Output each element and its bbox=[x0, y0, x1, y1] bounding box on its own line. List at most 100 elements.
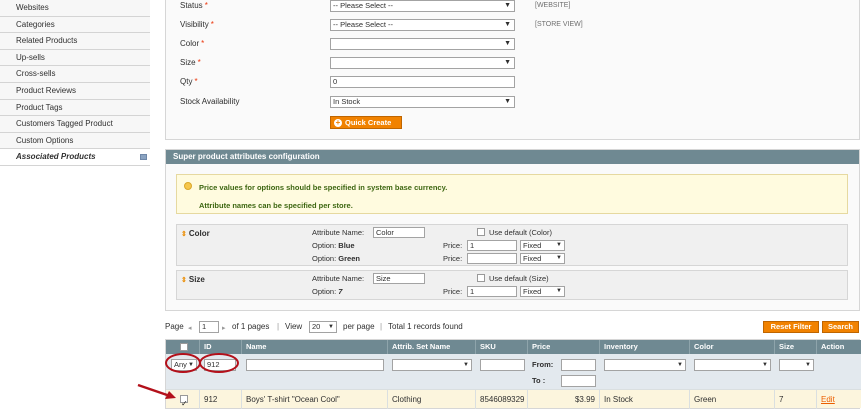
visibility-row: Visibility * -- Please Select -- ▼ [STORE … bbox=[180, 19, 860, 31]
price-to-input[interactable] bbox=[561, 375, 596, 387]
chevron-down-icon: ▼ bbox=[805, 362, 811, 368]
row-action: Edit bbox=[817, 390, 861, 409]
sidebar-item-cross-sells[interactable]: Cross-sells bbox=[0, 66, 150, 83]
attribute-name-input[interactable]: Color bbox=[373, 227, 425, 238]
use-default-label: Use default (Color) bbox=[489, 228, 552, 237]
chevron-down-icon: ▼ bbox=[504, 40, 511, 47]
header-name[interactable]: Name bbox=[242, 340, 388, 354]
sidebar-item-up-sells[interactable]: Up-sells bbox=[0, 49, 150, 67]
header-sku[interactable]: SKU bbox=[476, 340, 528, 354]
sidebar-item-custom-options[interactable]: Custom Options bbox=[0, 132, 150, 150]
reset-filter-button[interactable]: Reset Filter bbox=[763, 321, 819, 333]
chevron-down-icon: ▼ bbox=[504, 59, 511, 66]
chevron-down-icon: ▼ bbox=[504, 21, 511, 28]
annotation-circle-any bbox=[165, 353, 201, 373]
header-id[interactable]: ID bbox=[200, 340, 242, 354]
sidebar-item-categories[interactable]: Categories bbox=[0, 16, 150, 34]
sidebar-item-websites[interactable]: Websites bbox=[0, 0, 150, 17]
option-label: Option: Green bbox=[312, 254, 360, 263]
sidebar: Websites Categories Related Products Up-… bbox=[0, 0, 150, 169]
row-size: 7 bbox=[775, 390, 817, 409]
edit-link[interactable]: Edit bbox=[821, 395, 835, 404]
price-from-input[interactable] bbox=[561, 359, 596, 371]
option-price-input[interactable]: 1 bbox=[467, 240, 517, 251]
annotation-circle-id bbox=[199, 353, 239, 373]
associated-products-grid: ID Name Attrib. Set Name SKU Price Inven… bbox=[165, 339, 861, 409]
color-select[interactable]: ▼ bbox=[330, 38, 515, 50]
option-price-input[interactable]: 1 bbox=[467, 286, 517, 297]
use-default-checkbox[interactable] bbox=[477, 274, 485, 282]
chevron-down-icon: ▼ bbox=[504, 98, 511, 105]
chevron-down-icon: ▼ bbox=[504, 2, 511, 9]
search-button[interactable]: Search bbox=[822, 321, 859, 333]
select-all-checkbox[interactable] bbox=[180, 343, 188, 351]
color-filter[interactable]: ▼ bbox=[694, 359, 771, 371]
sidebar-item-customers-tagged[interactable]: Customers Tagged Product bbox=[0, 116, 150, 133]
header-size[interactable]: Size bbox=[775, 340, 817, 354]
stock-label: Stock Availability bbox=[180, 97, 240, 106]
per-page-select[interactable]: 20 ▼ bbox=[309, 321, 337, 333]
chevron-down-icon: ▼ bbox=[463, 362, 469, 368]
attribute-title[interactable]: ⇕ Color bbox=[181, 229, 210, 238]
attribute-name-input[interactable]: Size bbox=[373, 273, 425, 284]
status-row: Status * -- Please Select -- ▼ [WEBSITE] bbox=[180, 0, 860, 12]
row-checkbox[interactable] bbox=[180, 394, 188, 409]
grid-pager: Page ◂ 1 ▸ of 1 pages | View 20 ▼ per pag… bbox=[165, 320, 860, 334]
notice-box: Price values for options should be speci… bbox=[176, 174, 848, 214]
prev-page-icon[interactable]: ◂ bbox=[188, 322, 192, 335]
price-type-select[interactable]: Fixed ▼ bbox=[520, 240, 565, 251]
notice-currency: Price values for options should be speci… bbox=[199, 183, 448, 192]
sku-filter-input[interactable] bbox=[480, 359, 525, 371]
sidebar-item-related-products[interactable]: Related Products bbox=[0, 33, 150, 50]
price-label: Price: bbox=[443, 241, 463, 250]
sidebar-item-product-reviews[interactable]: Product Reviews bbox=[0, 82, 150, 100]
row-name: Boys' T-shirt "Ocean Cool" bbox=[242, 390, 388, 409]
option-label: Option: Blue bbox=[312, 241, 355, 250]
name-filter-input[interactable] bbox=[246, 359, 384, 371]
notice-store: Attribute names can be specified per sto… bbox=[199, 201, 353, 210]
attribute-name-label: Attribute Name: bbox=[312, 228, 365, 237]
header-select[interactable] bbox=[166, 340, 200, 354]
use-default-checkbox[interactable] bbox=[477, 228, 485, 236]
status-select[interactable]: -- Please Select -- ▼ bbox=[330, 0, 515, 12]
row-inventory: In Stock bbox=[600, 390, 690, 409]
visibility-scope: [STORE VIEW] bbox=[535, 21, 583, 28]
page-input[interactable]: 1 bbox=[199, 321, 219, 333]
super-attributes-title: Super product attributes configuration bbox=[166, 150, 859, 164]
sort-handle-icon: ⇕ bbox=[181, 231, 187, 238]
attrib-set-filter[interactable]: ▼ bbox=[392, 359, 472, 371]
use-default-label: Use default (Size) bbox=[489, 274, 549, 283]
row-price: $3.99 bbox=[528, 390, 600, 409]
inventory-filter[interactable]: ▼ bbox=[604, 359, 686, 371]
size-select[interactable]: ▼ bbox=[330, 57, 515, 69]
qty-input[interactable]: 0 bbox=[330, 76, 515, 88]
sidebar-item-product-tags[interactable]: Product Tags bbox=[0, 99, 150, 117]
quick-create-button[interactable]: + Quick Create bbox=[330, 116, 402, 129]
header-color[interactable]: Color bbox=[690, 340, 775, 354]
chevron-down-icon: ▼ bbox=[556, 242, 562, 248]
status-label: Status * bbox=[180, 1, 208, 10]
price-type-select[interactable]: Fixed ▼ bbox=[520, 286, 565, 297]
header-inventory[interactable]: Inventory bbox=[600, 340, 690, 354]
price-to-label: To : bbox=[532, 376, 546, 385]
status-scope: [WEBSITE] bbox=[535, 2, 571, 9]
table-row[interactable]: 912 Boys' T-shirt "Ocean Cool" Clothing … bbox=[166, 389, 861, 409]
attribute-title[interactable]: ⇕ Size bbox=[181, 275, 205, 284]
total-records: Total 1 records found bbox=[388, 322, 463, 331]
header-price[interactable]: Price bbox=[528, 340, 600, 354]
pager-divider: | bbox=[277, 322, 280, 331]
header-action: Action bbox=[821, 342, 845, 351]
option-label: Option: 7 bbox=[312, 287, 343, 296]
price-type-select[interactable]: Fixed ▼ bbox=[520, 253, 565, 264]
size-filter[interactable]: ▼ bbox=[779, 359, 814, 371]
option-price-input[interactable] bbox=[467, 253, 517, 264]
visibility-select[interactable]: -- Please Select -- ▼ bbox=[330, 19, 515, 31]
chevron-down-icon: ▼ bbox=[677, 362, 683, 368]
color-label: Color * bbox=[180, 39, 205, 48]
header-attrib-set[interactable]: Attrib. Set Name bbox=[388, 340, 476, 354]
sidebar-item-associated-products[interactable]: Associated Products bbox=[0, 149, 150, 166]
grid-header: ID Name Attrib. Set Name SKU Price Inven… bbox=[166, 340, 861, 354]
attribute-block-color: ⇕ Color Attribute Name: Color Use default… bbox=[176, 224, 848, 266]
stock-select[interactable]: In Stock ▼ bbox=[330, 96, 515, 108]
next-page-icon[interactable]: ▸ bbox=[222, 322, 226, 335]
